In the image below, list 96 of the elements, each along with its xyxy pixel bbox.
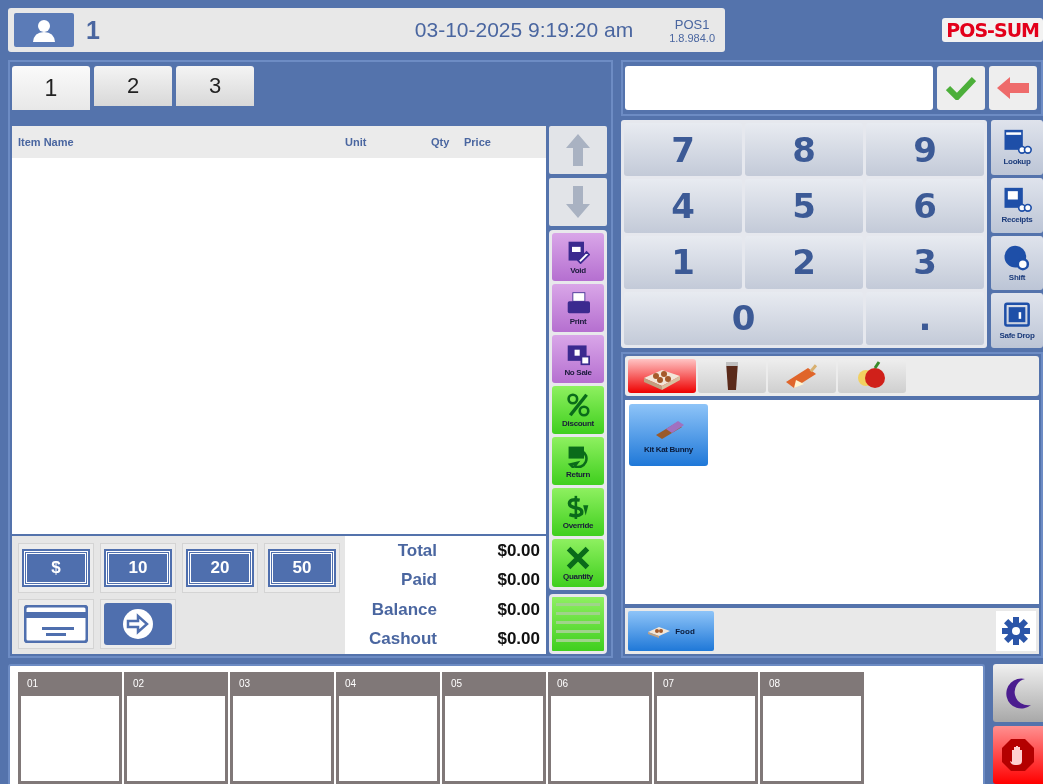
function-label: Receipts [1001, 215, 1033, 225]
cross-icon [566, 545, 590, 570]
bill-amount: 10 [106, 551, 170, 585]
backspace-button[interactable] [989, 66, 1037, 110]
input-field[interactable] [625, 66, 933, 110]
total-label: Cashout [368, 629, 437, 650]
bill-amount: $ [24, 551, 88, 585]
action-button[interactable]: Override [552, 488, 604, 536]
order-tab[interactable]: 3 [176, 66, 254, 106]
held-order-slot[interactable]: 06 [548, 672, 652, 784]
check-icon [946, 76, 976, 100]
printer-icon [566, 290, 590, 315]
cash-button[interactable]: 20 [182, 543, 258, 593]
order-tab[interactable]: 2 [94, 66, 172, 106]
stop-hand-icon [1001, 738, 1035, 772]
function-button[interactable]: Lookup [991, 120, 1043, 175]
function-label: Shift [1008, 272, 1026, 282]
action-label: Discount [562, 418, 594, 428]
slot-number: 07 [662, 677, 676, 691]
action-button[interactable]: Discount [552, 386, 604, 434]
slot-number: 03 [238, 677, 252, 691]
settings-icon [1002, 617, 1030, 645]
column-header: Unit [345, 136, 368, 148]
total-label: Total [396, 540, 437, 561]
function-label: Lookup [1003, 157, 1031, 167]
safe-icon [1002, 301, 1032, 329]
enter-button[interactable] [937, 66, 985, 110]
logo: POS-SUM [942, 18, 1043, 42]
cash-button[interactable]: 10 [100, 543, 176, 593]
action-label: Quantity [562, 571, 593, 581]
held-order-slot[interactable]: 02 [124, 672, 228, 784]
moon-icon [1003, 677, 1033, 709]
sleep-button[interactable] [993, 664, 1043, 722]
function-label: Safe Drop [999, 330, 1035, 340]
receipt-pencil-icon [566, 239, 590, 264]
held-order-slot[interactable]: 07 [654, 672, 758, 784]
function-button[interactable]: Shift [991, 235, 1043, 291]
person-icon [31, 18, 57, 42]
action-button[interactable]: Void [552, 233, 604, 281]
function-button[interactable]: Receipts [991, 177, 1043, 233]
bill-amount: 20 [188, 551, 252, 585]
product-button[interactable]: Kit Kat Bunny [629, 404, 708, 466]
down-arrow-icon [566, 186, 590, 218]
category-tab[interactable] [838, 359, 906, 393]
action-label: Print [569, 316, 587, 326]
held-order-slot[interactable]: 05 [442, 672, 546, 784]
exact-cash-button[interactable] [100, 599, 176, 649]
action-label: Return [566, 469, 590, 479]
total-label: Paid [400, 570, 437, 591]
bill-amount: 50 [270, 551, 334, 585]
column-header: Price [464, 136, 492, 148]
group-label: Food [675, 626, 695, 636]
category-tab[interactable] [698, 359, 766, 393]
dollar-arrow-icon [566, 494, 590, 519]
card-icon [24, 605, 88, 643]
slot-number: 02 [132, 677, 146, 691]
action-button[interactable]: Quantity [552, 539, 604, 587]
settings-button[interactable] [996, 611, 1036, 651]
held-order-slot[interactable]: 04 [336, 672, 440, 784]
up-arrow-icon [566, 134, 590, 166]
left-arrow-icon [997, 77, 1029, 99]
action-button[interactable]: Return [552, 437, 604, 485]
product-label: Kit Kat Bunny [644, 444, 693, 454]
user-button[interactable] [14, 13, 74, 47]
held-order-slot[interactable]: 03 [230, 672, 334, 784]
action-label: Void [570, 265, 586, 275]
column-header: Item Name [18, 136, 75, 148]
function-button[interactable]: Safe Drop [991, 293, 1043, 348]
cash-button[interactable]: $ [18, 543, 94, 593]
slot-number: 04 [344, 677, 358, 691]
slot-number: 01 [26, 677, 40, 691]
held-order-slot[interactable]: 08 [760, 672, 864, 784]
column-header: Qty [431, 136, 451, 148]
slot-number: 06 [556, 677, 570, 691]
percent-icon [566, 392, 590, 417]
total-value: $0.00 [496, 599, 540, 620]
slot-number: 08 [768, 677, 782, 691]
version-number: 1.8.984.0 [669, 31, 715, 44]
exit-button[interactable] [993, 726, 1043, 784]
action-button[interactable]: Print [552, 284, 604, 332]
card-button[interactable] [18, 599, 94, 649]
held-order-slot[interactable]: 01 [18, 672, 122, 784]
station-name: POS1 [674, 16, 710, 32]
action-label: No Sale [564, 367, 592, 377]
total-value: $0.00 [496, 629, 540, 650]
group-tab[interactable]: Food [628, 611, 714, 651]
user-number: 1 [86, 15, 100, 45]
total-value: $0.00 [496, 540, 540, 561]
date-time: 03-10-2025 9:19:20 am [414, 18, 634, 42]
cash-button[interactable]: 50 [264, 543, 340, 593]
total-value: $0.00 [496, 570, 540, 591]
total-label: Balance [370, 599, 437, 620]
action-label: Override [562, 520, 594, 530]
action-button[interactable]: No Sale [552, 335, 604, 383]
slot-number: 05 [450, 677, 464, 691]
order-tab[interactable]: 1 [12, 66, 90, 110]
